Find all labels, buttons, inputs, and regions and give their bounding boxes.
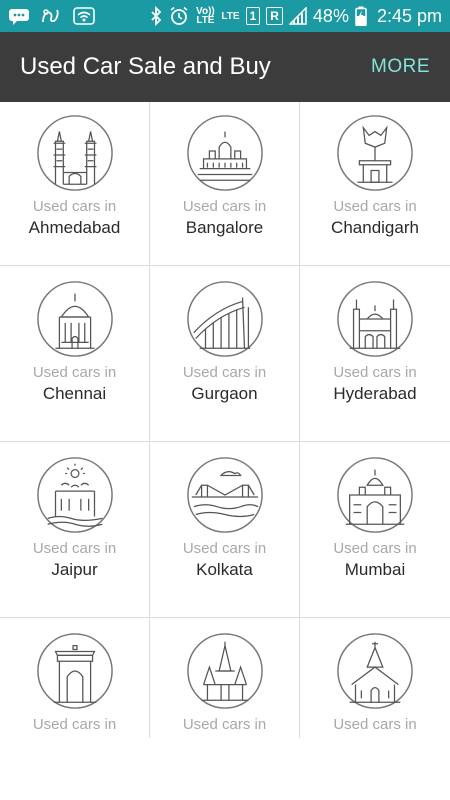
- city-name: Chennai: [42, 384, 107, 403]
- sim-indicator: 1: [245, 7, 261, 25]
- city-name: Jaipur: [51, 560, 98, 579]
- city-tile-10[interactable]: Used cars in: [0, 618, 150, 738]
- city-prefix: Used cars in: [182, 198, 267, 215]
- city-tile-mumbai[interactable]: Used cars in Mumbai: [300, 442, 450, 618]
- message-icon: [8, 6, 30, 26]
- jaipur-landmark-icon: [36, 456, 114, 534]
- city-name: Mumbai: [344, 560, 406, 579]
- city-prefix: Used cars in: [333, 540, 417, 557]
- city-prefix: Used cars in: [333, 198, 417, 215]
- city-prefix: Used cars in: [182, 540, 267, 557]
- city-name: Hyderabad: [333, 384, 417, 403]
- city-name: Gurgaon: [191, 384, 258, 403]
- battery-percent: 48%: [312, 5, 349, 26]
- city-grid[interactable]: Used cars in Ahmedabad Used cars in Bang…: [0, 102, 450, 738]
- city-prefix: Used cars in: [182, 364, 267, 381]
- chennai-landmark-icon: [36, 280, 114, 358]
- alarm-icon: [169, 6, 189, 26]
- city-prefix: Used cars in: [32, 716, 117, 733]
- city-tile-bangalore[interactable]: Used cars in Bangalore: [150, 102, 300, 266]
- bluetooth-icon: [149, 6, 163, 26]
- app-title: Used Car Sale and Buy: [20, 53, 271, 80]
- clock: 2:45 pm: [376, 5, 442, 26]
- city-tile-11[interactable]: Used cars in: [150, 618, 300, 738]
- city-tile-ahmedabad[interactable]: Used cars in Ahmedabad: [0, 102, 150, 266]
- city-prefix: Used cars in: [32, 540, 117, 557]
- city-prefix: Used cars in: [32, 364, 117, 381]
- city-tile-chandigarh[interactable]: Used cars in Chandigarh: [300, 102, 450, 266]
- kolkata-landmark-icon: [186, 456, 264, 534]
- volte-indicator: Vo)) LTE: [196, 6, 215, 26]
- lte-indicator: LTE: [221, 10, 240, 22]
- city-tile-gurgaon[interactable]: Used cars in Gurgaon: [150, 266, 300, 442]
- temple-landmark-icon: [186, 632, 264, 710]
- signal-icon: [288, 6, 307, 26]
- app-bar: Used Car Sale and Buy MORE: [0, 32, 450, 102]
- city-name: Bangalore: [185, 218, 264, 237]
- city-prefix: Used cars in: [182, 716, 267, 733]
- city-prefix: Used cars in: [333, 716, 417, 733]
- gesture-icon: [40, 6, 62, 26]
- city-prefix: Used cars in: [32, 198, 117, 215]
- wifi-icon: [72, 6, 96, 26]
- city-tile-kolkata[interactable]: Used cars in Kolkata: [150, 442, 300, 618]
- bangalore-landmark-icon: [186, 114, 264, 192]
- delhi-landmark-icon: [36, 632, 114, 710]
- city-tile-12[interactable]: Used cars in: [300, 618, 450, 738]
- church-landmark-icon: [336, 632, 414, 710]
- gurgaon-landmark-icon: [186, 280, 264, 358]
- chandigarh-landmark-icon: [336, 114, 414, 192]
- city-tile-jaipur[interactable]: Used cars in Jaipur: [0, 442, 150, 618]
- city-name: Kolkata: [196, 560, 253, 579]
- ahmedabad-landmark-icon: [36, 114, 114, 192]
- status-bar: Vo)) LTE LTE 1 R 48% 2:45 pm: [0, 0, 450, 32]
- battery-charging-icon: [355, 6, 367, 26]
- more-button[interactable]: MORE: [371, 56, 430, 78]
- city-tile-hyderabad[interactable]: Used cars in Hyderabad: [300, 266, 450, 442]
- mumbai-landmark-icon: [336, 456, 414, 534]
- hyderabad-landmark-icon: [336, 280, 414, 358]
- city-prefix: Used cars in: [333, 364, 417, 381]
- roaming-indicator: R: [266, 7, 283, 25]
- city-tile-chennai[interactable]: Used cars in Chennai: [0, 266, 150, 442]
- city-name: Chandigarh: [331, 218, 419, 237]
- city-name: Ahmedabad: [28, 218, 121, 237]
